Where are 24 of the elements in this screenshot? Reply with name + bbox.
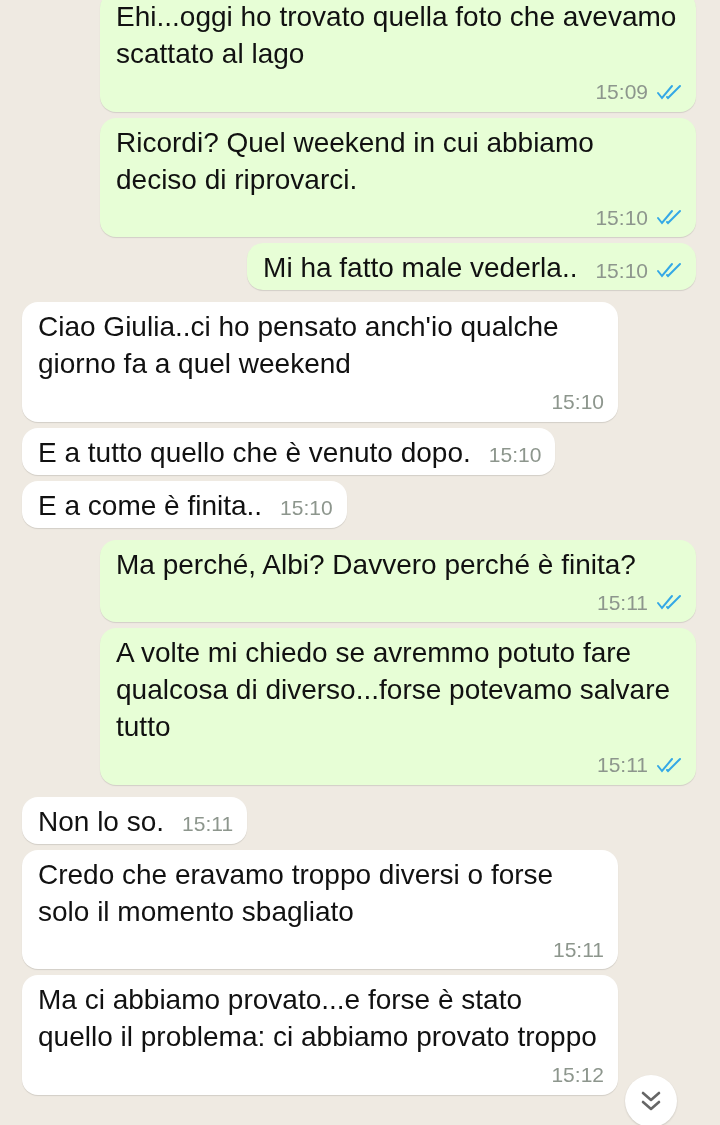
message-text: Credo che eravamo troppo diversi o forse solo il momento sbagliato: [38, 857, 555, 929]
message-time: 15:10: [280, 495, 333, 521]
message-text: Mi ha fatto male vederla..: [263, 251, 578, 285]
message-text: E a tutto quello che è venuto dopo.: [38, 435, 471, 470]
message-time: 15:10: [551, 389, 604, 415]
message-text: Ehi...oggi ho trovato quella foto che avevamo scattato al lago: [116, 0, 678, 71]
message-time: 15:09: [595, 79, 648, 105]
scroll-down-button[interactable]: [625, 1075, 677, 1125]
message-time: 15:11: [597, 589, 648, 616]
message-time: 15:11: [553, 936, 604, 963]
message-text: Ma perché, Albi? Davvero perché è finita?: [116, 547, 636, 582]
message-time: 15:10: [488, 442, 542, 468]
message-time: 15:10: [595, 257, 648, 284]
message-text: E a come è finita..: [38, 488, 263, 523]
message-text: A volte mi chiedo se avremmo potuto fare qualcosa di diverso...forse potevamo salvare tutto: [116, 636, 672, 744]
message-text: Ciao Giulia..ci ho pensato anch'io qualche giorno fa a quel weekend: [38, 310, 560, 381]
message-text: Non lo so.: [38, 804, 165, 839]
message-time: 15:10: [595, 204, 648, 231]
message-text: Ricordi? Quel weekend in cui abbiamo deciso di riprovarci.: [116, 125, 595, 197]
message-text: Ma ci abbiamo provato...e forse è stato quello il problema: ci abbiamo provato troppo: [38, 983, 598, 1054]
message-time: 15:12: [551, 1062, 604, 1088]
message-time: 15:11: [597, 752, 648, 778]
message-time: 15:11: [182, 811, 234, 837]
double-chevron-down-icon: [640, 1089, 662, 1113]
